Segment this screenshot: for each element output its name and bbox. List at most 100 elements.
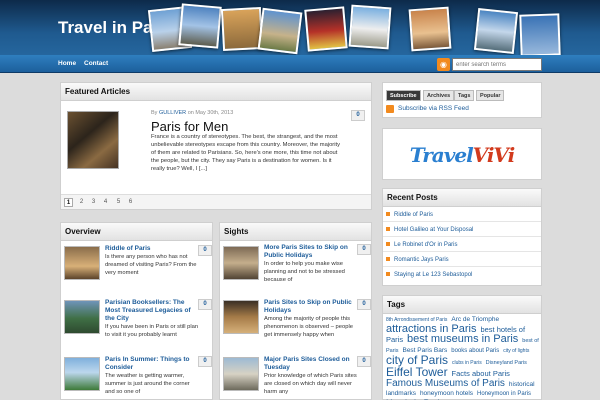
- tab-tags[interactable]: Tags: [454, 90, 475, 101]
- recent-post-label: Staying at Le 123 Sebastopol: [394, 272, 473, 278]
- overview-item-3-text: The weather is getting warmer, summer is…: [105, 373, 190, 395]
- bullet-icon: [386, 212, 390, 217]
- tags-box: Tags 8th Arrondissement of Paris Arc de …: [382, 295, 542, 400]
- overview-item-2-text: If you have been in Paris or still plan …: [105, 324, 199, 338]
- overview-thumb-1[interactable]: [64, 246, 100, 280]
- meta-date: on May 30th, 2013: [187, 110, 234, 116]
- logo-part-vivi: ViVi: [472, 143, 516, 167]
- overview-box: Overview Riddle of Paris Is there any pe…: [60, 222, 213, 400]
- tag-link[interactable]: Arc de Triomphe: [451, 316, 499, 323]
- sidebar-tabs-box: Subscribe Archives Tags Popular Subscrib…: [382, 82, 542, 118]
- sights-item-2-title[interactable]: Paris Sites to Skip on Public Holidays: [264, 299, 357, 315]
- recent-post-label: Riddle of Paris: [394, 212, 434, 218]
- header-photo-chateau: [257, 7, 303, 55]
- travelvivi-logo: TravelViVi: [383, 143, 541, 167]
- sights-item-3-text: Prior knowledge of which Paris sites are…: [264, 373, 357, 395]
- bullet-icon: [386, 272, 390, 277]
- recent-post-link[interactable]: Hotel Galileo at Your Disposal: [383, 223, 541, 237]
- meta-by: By: [151, 110, 158, 116]
- page-5[interactable]: 5: [114, 198, 123, 207]
- comment-count-badge[interactable]: 0: [198, 245, 212, 256]
- page-4[interactable]: 4: [101, 198, 110, 207]
- header-photo-hotel: [408, 6, 452, 52]
- recent-post-label: Romantic Jays Paris: [394, 257, 449, 263]
- rss-feed-icon: [386, 105, 394, 113]
- sights-thumb-2[interactable]: [223, 300, 259, 334]
- recent-post-link[interactable]: Romantic Jays Paris: [383, 253, 541, 267]
- recent-post-link[interactable]: Le Robinet d'Or in Paris: [383, 238, 541, 252]
- tag-link[interactable]: Disneyland Paris: [486, 360, 527, 366]
- featured-box-title: Featured Articles: [61, 83, 371, 101]
- header-photo-moulin: [304, 6, 348, 52]
- header-photo-sacrecoeur: [348, 4, 392, 50]
- recent-post-label: Hotel Galileo at Your Disposal: [394, 227, 474, 233]
- featured-article-excerpt: France is a country of stereotypes. The …: [151, 134, 341, 172]
- tag-link[interactable]: honeymoon hotels: [420, 390, 473, 397]
- logo-part-travel: Travel: [409, 143, 474, 167]
- header-photo-skyline: [519, 13, 561, 57]
- tag-link[interactable]: Famous Museums of Paris: [386, 378, 505, 389]
- page-3[interactable]: 3: [89, 198, 98, 207]
- overview-thumb-2[interactable]: [64, 300, 100, 334]
- recent-posts-box: Recent Posts Riddle of Paris Hotel Galil…: [382, 188, 542, 286]
- author-link[interactable]: GULLIVER: [159, 110, 186, 116]
- bullet-icon: [386, 257, 390, 262]
- sights-box-title: Sights: [220, 223, 371, 241]
- subscribe-rss-link[interactable]: Subscribe via RSS Feed: [398, 105, 469, 112]
- tab-archives[interactable]: Archives: [423, 90, 455, 101]
- bullet-icon: [386, 227, 390, 232]
- nav-home[interactable]: Home: [58, 60, 76, 67]
- tag-link[interactable]: books about Paris: [451, 348, 499, 354]
- bullet-icon: [386, 242, 390, 247]
- tab-popular[interactable]: Popular: [476, 90, 505, 101]
- tag-link[interactable]: best museums in Paris: [407, 333, 518, 345]
- overview-item-1-text: Is there any person who has not dreamed …: [105, 254, 197, 276]
- overview-item-3-title[interactable]: Paris In Summer: Things to Consider: [105, 356, 198, 372]
- sights-item-1-title[interactable]: More Paris Sites to Skip on Public Holid…: [264, 244, 357, 260]
- recent-posts-title: Recent Posts: [383, 189, 541, 207]
- page-6[interactable]: 6: [126, 198, 135, 207]
- recent-post-link[interactable]: Staying at Le 123 Sebastopol: [383, 268, 541, 282]
- featured-article-title[interactable]: Paris for Men: [151, 119, 228, 134]
- sights-item-2-text: Among the majority of people this phenom…: [264, 316, 353, 338]
- nav-contact[interactable]: Contact: [84, 60, 108, 67]
- recent-post-label: Le Robinet d'Or in Paris: [394, 242, 458, 248]
- header-photo-street: [220, 6, 264, 52]
- tag-link[interactable]: clubs in Paris: [452, 360, 482, 366]
- recent-post-link[interactable]: Riddle of Paris: [383, 208, 541, 222]
- featured-articles-box: Featured Articles By GULLIVER on May 30t…: [60, 82, 372, 210]
- comment-count-badge[interactable]: 0: [198, 356, 212, 367]
- sights-item-1-text: In order to help you make wise planning …: [264, 261, 345, 283]
- overview-item-2-title[interactable]: Parisian Booksellers: The Most Treasured…: [105, 299, 198, 323]
- overview-box-title: Overview: [61, 223, 212, 241]
- comment-count-badge[interactable]: 0: [351, 110, 365, 121]
- sights-box: Sights More Paris Sites to Skip on Publi…: [219, 222, 372, 400]
- header-photo-towerbridge: [473, 8, 519, 54]
- sights-thumb-3[interactable]: [223, 357, 259, 391]
- tag-link[interactable]: Eiffel Tower: [386, 365, 448, 379]
- header-photo-louvre: [178, 3, 222, 49]
- travelvivi-banner[interactable]: TravelViVi: [382, 128, 542, 180]
- overview-item-1-title[interactable]: Riddle of Paris: [105, 245, 198, 253]
- comment-count-badge[interactable]: 0: [198, 299, 212, 310]
- tags-title: Tags: [383, 296, 541, 314]
- sights-thumb-1[interactable]: [223, 246, 259, 280]
- sights-item-3-title[interactable]: Major Paris Sites Closed on Tuesday: [264, 356, 357, 372]
- site-header: Travel in Paris: [0, 0, 600, 57]
- comment-count-badge[interactable]: 0: [357, 356, 371, 367]
- tag-link[interactable]: Honeymoon in Paris: [477, 391, 531, 397]
- featured-pager: 1 2 3 4 5 6: [61, 194, 371, 209]
- page-1[interactable]: 1: [64, 198, 73, 207]
- rss-feed-icon[interactable]: ◉: [437, 58, 450, 71]
- tag-cloud: 8th Arrondissement of Paris Arc de Triom…: [386, 315, 540, 400]
- tag-link[interactable]: Facts about Paris: [452, 369, 510, 378]
- page-2[interactable]: 2: [77, 198, 86, 207]
- featured-meta: By GULLIVER on May 30th, 2013: [151, 110, 233, 116]
- featured-article-image[interactable]: [67, 111, 119, 169]
- tab-subscribe[interactable]: Subscribe: [386, 90, 421, 101]
- tag-link[interactable]: city of lights: [503, 348, 529, 354]
- search-input[interactable]: [452, 58, 542, 71]
- comment-count-badge[interactable]: 0: [357, 244, 371, 255]
- comment-count-badge[interactable]: 0: [357, 299, 371, 310]
- overview-thumb-3[interactable]: [64, 357, 100, 391]
